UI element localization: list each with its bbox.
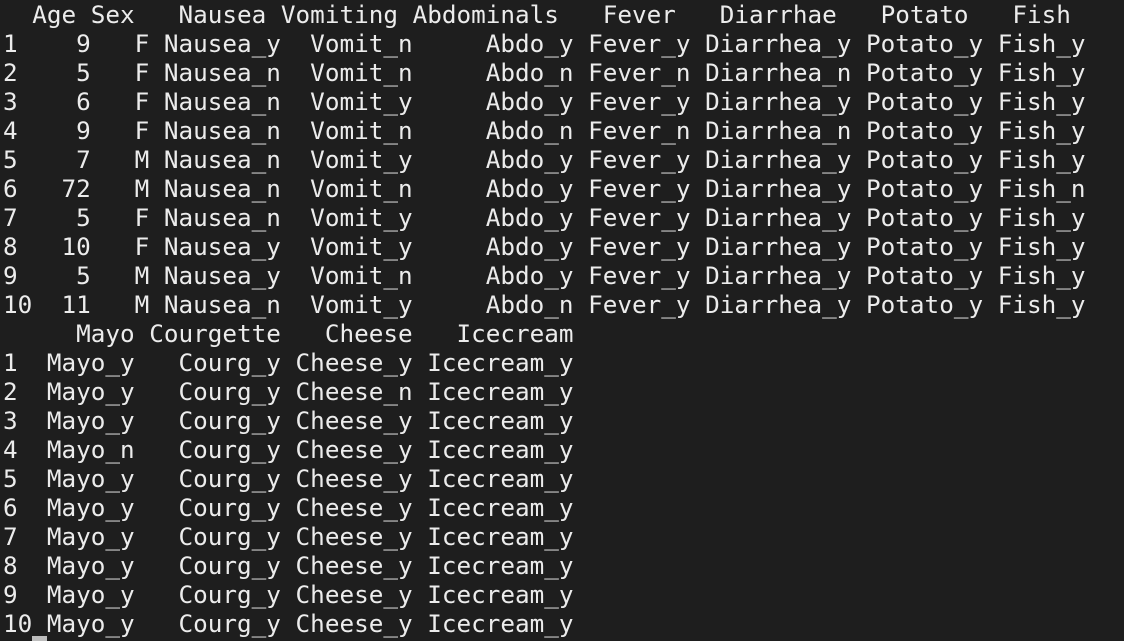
text-cursor (32, 636, 47, 641)
table-row: 10 Mayo_y Courg_y Cheese_y Icecream_y (3, 609, 574, 638)
table-row: 3 Mayo_y Courg_y Cheese_y Icecream_y (3, 406, 574, 435)
table-row: 8 Mayo_y Courg_y Cheese_y Icecream_y (3, 551, 574, 580)
table-row: 5 7 M Nausea_n Vomit_y Abdo_y Fever_y Di… (3, 145, 1086, 174)
table-row: 5 Mayo_y Courg_y Cheese_y Icecream_y (3, 464, 574, 493)
table-header-row: Mayo Courgette Cheese Icecream (3, 319, 574, 348)
table-header-row: Age Sex Nausea Vomiting Abdominals Fever… (3, 0, 1071, 29)
table-row: 2 Mayo_y Courg_y Cheese_n Icecream_y (3, 377, 574, 406)
table-row: 8 10 F Nausea_y Vomit_y Abdo_y Fever_y D… (3, 232, 1086, 261)
table-row: 1 Mayo_y Courg_y Cheese_y Icecream_y (3, 348, 574, 377)
table-row: 7 5 F Nausea_n Vomit_y Abdo_y Fever_y Di… (3, 203, 1086, 232)
table-row: 4 Mayo_n Courg_y Cheese_y Icecream_y (3, 435, 574, 464)
table-row: 4 9 F Nausea_n Vomit_n Abdo_n Fever_n Di… (3, 116, 1086, 145)
table-row: 6 72 M Nausea_n Vomit_n Abdo_y Fever_y D… (3, 174, 1086, 203)
table-row: 1 9 F Nausea_y Vomit_n Abdo_y Fever_y Di… (3, 29, 1086, 58)
table-row: 10 11 M Nausea_n Vomit_y Abdo_n Fever_y … (3, 290, 1086, 319)
r-console-output[interactable]: Age Sex Nausea Vomiting Abdominals Fever… (0, 0, 1124, 641)
table-row: 7 Mayo_y Courg_y Cheese_y Icecream_y (3, 522, 574, 551)
table-row: 9 Mayo_y Courg_y Cheese_y Icecream_y (3, 580, 574, 609)
table-row: 6 Mayo_y Courg_y Cheese_y Icecream_y (3, 493, 574, 522)
table-row: 2 5 F Nausea_n Vomit_n Abdo_n Fever_n Di… (3, 58, 1086, 87)
table-row: 3 6 F Nausea_n Vomit_y Abdo_y Fever_y Di… (3, 87, 1086, 116)
table-row: 9 5 M Nausea_y Vomit_n Abdo_y Fever_y Di… (3, 261, 1086, 290)
